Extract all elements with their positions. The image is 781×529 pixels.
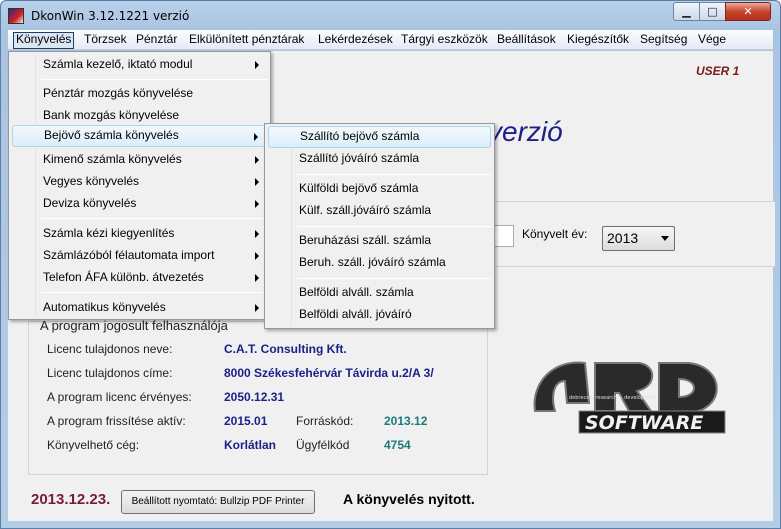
menu-item-label: Automatikus könyvelés (43, 300, 166, 314)
menu-elkulonitett-penztarak[interactable]: Elkülönített pénztárak (187, 32, 306, 49)
menu-torzsek[interactable]: Törzsek (82, 32, 129, 49)
submenu-item-kulfoldi-bejovo[interactable]: Külföldi bejövő számla (268, 178, 491, 200)
konyveles-dropdown: Számla kezelő, iktató modul Pénztár mozg… (8, 51, 271, 320)
year-select[interactable]: 2013 (602, 226, 675, 251)
logo-letter-d (658, 362, 718, 414)
submenu-arrow-icon (255, 274, 259, 282)
logo-subtitle: debreceni research & development (569, 395, 657, 401)
menu-targyi-eszkozok[interactable]: Tárgyi eszközök (399, 32, 490, 49)
menu-item-label: Kimenő számla könyvelés (43, 152, 182, 166)
client-value: 4754 (384, 438, 411, 452)
menu-item-deviza[interactable]: Deviza könyvelés (12, 193, 267, 215)
valid-label: A program licenc érvényes: (47, 390, 192, 404)
status-message: A könyvelés nyitott. (343, 491, 475, 507)
printer-button[interactable]: Beállított nyomtató: Bullzip PDF Printer (121, 490, 315, 514)
menu-kiegeszitok[interactable]: Kiegészítők (565, 32, 631, 49)
license-title: A program jogosult felhasználója (40, 318, 228, 333)
submenu-arrow-icon (254, 133, 258, 141)
submenu-item-belfoldi-alvall[interactable]: Belföldi alváll. számla (268, 282, 491, 304)
menu-item-label: Telefon ÁFA különb. átvezetés (43, 270, 204, 284)
menu-item-label: Pénztár mozgás könyvelése (43, 86, 194, 100)
menu-item-kimeno-szamla[interactable]: Kimenő számla könyvelés (12, 149, 267, 171)
menu-item-vegyes[interactable]: Vegyes könyvelés (12, 171, 267, 193)
menu-penztar[interactable]: Pénztár (134, 32, 179, 49)
logo-letter-r (594, 362, 654, 412)
version-title: verzió (488, 116, 563, 147)
close-button[interactable]: ✕ (725, 2, 771, 21)
date-label: 2013.12.23. (31, 491, 111, 508)
submenu-item-kulf-jovairo[interactable]: Külf. száll.jóváíró számla (268, 200, 491, 222)
menu-item-label: Számla kezelő, iktató modul (43, 57, 193, 71)
menu-item-automatikus[interactable]: Automatikus könyvelés (12, 297, 267, 319)
submenu-arrow-icon (255, 230, 259, 238)
minimize-button[interactable]: ▁ (673, 2, 700, 21)
app-icon[interactable] (8, 8, 24, 24)
menu-item-telefon-afa[interactable]: Telefon ÁFA különb. átvezetés (12, 267, 267, 289)
valid-value: 2050.12.31 (224, 390, 285, 404)
owner-label: Licenc tulajdonos neve: (47, 342, 173, 356)
update-label: A program frissítése aktív: (47, 414, 186, 428)
user-label: USER 1 (696, 64, 740, 78)
logo-letter-a (533, 361, 591, 412)
menu-item-kezi-kiegyenlites[interactable]: Számla kézi kiegyenlítés (12, 223, 267, 245)
company-value: Korlátlan (224, 438, 277, 452)
menu-item-bank-mozgas[interactable]: Bank mozgás könyvelése (12, 105, 267, 127)
menu-item-szamla-kezelo[interactable]: Számla kezelő, iktató modul (12, 54, 267, 76)
address-value: 8000 Székesfehérvár Távirda u.2/A 3/ (224, 366, 434, 380)
source-value: 2013.12 (384, 414, 428, 428)
bejovo-submenu: Szállító bejövő számla Szállító jóváíró … (264, 123, 495, 329)
submenu-item-szallito-bejovo[interactable]: Szállító bejövő számla (268, 126, 491, 148)
menu-item-bejovo-szamla[interactable]: Bejövő számla könyvelés (12, 125, 267, 147)
submenu-item-beruh-jovairo[interactable]: Beruh. száll. jóváíró számla (268, 252, 491, 274)
menu-segitseg[interactable]: Segítség (638, 32, 689, 49)
menu-item-szamlazo-import[interactable]: Számlázóból félautomata import (12, 245, 267, 267)
title-bar[interactable]: DkonWin 3.12.1221 verzió ▁ □ ✕ (1, 1, 780, 31)
submenu-arrow-icon (255, 252, 259, 260)
menu-item-label: Bejövő számla könyvelés (44, 128, 179, 142)
year-select-value: 2013 (607, 230, 639, 246)
year-label: Könyvelt év: (522, 227, 588, 241)
chevron-down-icon (661, 236, 669, 241)
update-value: 2015.01 (224, 414, 268, 428)
submenu-arrow-icon (255, 200, 259, 208)
owner-value: C.A.T. Consulting Kft. (224, 342, 347, 356)
menu-vege[interactable]: Vége (696, 32, 728, 49)
submenu-arrow-icon (255, 61, 259, 69)
menu-konyveles[interactable]: Könyvelés (13, 32, 75, 49)
logo-software-text: SOFTWARE (585, 412, 703, 434)
submenu-arrow-icon (255, 156, 259, 164)
maximize-button[interactable]: □ (699, 2, 726, 21)
company-label: Könyvelhető cég: (47, 438, 140, 452)
menu-lekerdezesek[interactable]: Lekérdezések (316, 32, 395, 49)
menu-bar: Könyvelés Törzsek Pénztár Elkülönített p… (8, 30, 773, 50)
window-title: DkonWin 3.12.1221 verzió (31, 9, 190, 23)
submenu-item-belfoldi-alvall-jovairo[interactable]: Belföldi alváll. jóváíró (268, 304, 491, 326)
menu-item-label: Bank mozgás könyvelése (43, 108, 180, 122)
address-label: Licenc tulajdonos címe: (47, 366, 173, 380)
ard-software-logo: debreceni research & development SOFTWAR… (533, 361, 726, 434)
submenu-arrow-icon (255, 304, 259, 312)
submenu-arrow-icon (255, 178, 259, 186)
menu-item-label: Számla kézi kiegyenlítés (43, 226, 175, 240)
menu-item-label: Deviza könyvelés (43, 196, 137, 210)
menu-beallitasok[interactable]: Beállítások (495, 32, 558, 49)
source-label: Forráskód: (296, 414, 354, 428)
submenu-item-szallito-jovairo[interactable]: Szállító jóváíró számla (268, 148, 491, 170)
client-label: Ügyfélkód (296, 438, 350, 452)
menu-item-penztar-mozgas[interactable]: Pénztár mozgás könyvelése (12, 83, 267, 105)
menu-item-label: Vegyes könyvelés (43, 174, 140, 188)
submenu-item-beruhazasi[interactable]: Beruházási száll. számla (268, 230, 491, 252)
menu-item-label: Számlázóból félautomata import (43, 248, 215, 262)
